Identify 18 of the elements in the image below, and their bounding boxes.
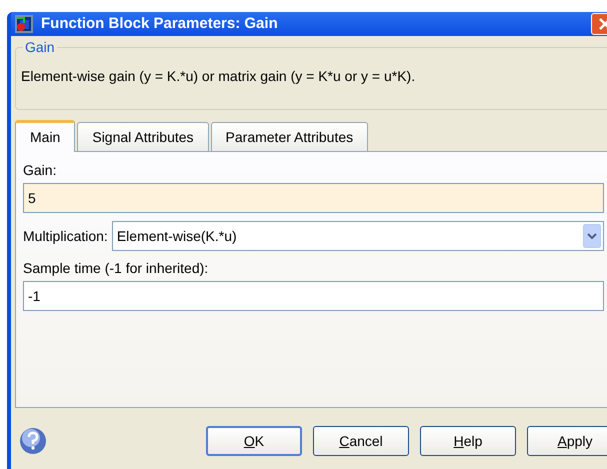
tab[interactable]: Parameter Attributes [210,122,368,151]
field-label: Multiplication: [23,226,108,246]
chevron-down-icon [583,224,601,248]
window-title: Function Block Parameters: Gain [41,14,278,34]
help-icon[interactable] [19,427,47,455]
tab[interactable]: Main [15,120,76,152]
field-label: Gain: [23,161,58,180]
input-field[interactable]: 5 [23,183,604,213]
dropdown[interactable]: Element-wise(K.*u) [112,221,604,251]
dialog-button[interactable]: OK [206,426,302,456]
field-label: Sample time (-1 for inherited): [23,259,210,278]
tab[interactable]: Signal Attributes [77,122,209,151]
dialog-button[interactable]: Cancel [313,426,409,456]
block-diagram-icon [15,15,33,33]
input-field[interactable]: -1 [23,281,604,311]
description-text: Element-wise gain (y = K.*u) or matrix gain (y = K*u or y = u*K). [21,67,416,86]
dialog-button[interactable]: Help [420,426,516,456]
dialog-button[interactable]: Apply [527,426,607,456]
